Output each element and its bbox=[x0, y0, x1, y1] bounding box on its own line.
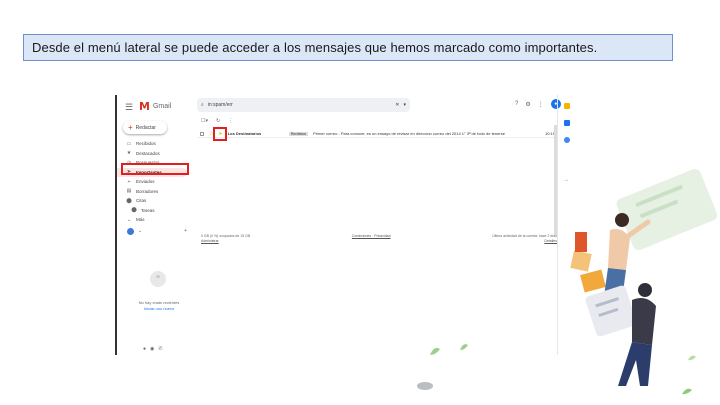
apps-icon[interactable]: ⋮ bbox=[538, 101, 544, 108]
sidebar-item-citas[interactable]: ⬤ Citas bbox=[117, 196, 187, 206]
add-icon[interactable]: + bbox=[184, 228, 187, 234]
hangouts-chevron-icon: ⌄ bbox=[138, 228, 143, 234]
person-icon[interactable]: ● bbox=[143, 346, 150, 352]
search-icon[interactable]: ⌕ bbox=[201, 102, 204, 108]
sidebar-item-label: Tareas bbox=[141, 207, 155, 213]
inbox-icon: ▭ bbox=[126, 140, 132, 147]
email-subject: Primer correo - Para conocer, es un ensa… bbox=[313, 131, 505, 136]
avatar bbox=[127, 227, 134, 235]
highlight-box-importantes bbox=[121, 163, 189, 175]
send-icon: ➢ bbox=[126, 178, 132, 185]
sidebar-item-tareas[interactable]: ⬤ Tareas bbox=[117, 206, 187, 216]
refresh-icon[interactable]: ↻ bbox=[216, 118, 220, 124]
row-checkbox[interactable] bbox=[200, 131, 204, 136]
expand-icon: ⌄ bbox=[126, 216, 132, 223]
hangouts-empty: No hay chats recientes Iniciar uno nuevo bbox=[129, 300, 189, 312]
phone-icon[interactable]: ✆ bbox=[158, 346, 166, 352]
compose-button[interactable]: + Redactar bbox=[123, 121, 167, 134]
search-input[interactable]: in:spam/err bbox=[208, 102, 391, 108]
gear-icon[interactable]: ⚙ bbox=[525, 101, 530, 108]
menu-icon[interactable]: ☰ bbox=[125, 102, 133, 113]
sidebar-item-label: Más bbox=[136, 217, 145, 223]
top-right-icons: ? ⚙ ⋮ ● bbox=[515, 99, 561, 109]
illustration-cards bbox=[570, 168, 718, 293]
sidebar-item-más[interactable]: ⌄ Más bbox=[117, 215, 187, 225]
select-checkbox[interactable]: ☐▾ bbox=[201, 118, 208, 124]
sidebar-item-recibidos[interactable]: ▭ Recibidos bbox=[117, 139, 187, 149]
email-label-tag: Recibidos bbox=[288, 131, 309, 136]
hangouts-start-link[interactable]: Iniciar uno nuevo bbox=[129, 306, 189, 312]
sidebar-item-label: Recibidos bbox=[136, 141, 156, 147]
illustration-person-bottom bbox=[585, 283, 656, 386]
clear-icon[interactable]: ✕ bbox=[395, 102, 399, 108]
sidebar-item-label: Citas bbox=[136, 198, 147, 204]
hangouts-empty-text: No hay chats recientes bbox=[138, 300, 180, 305]
mail-toolbar: ☐▾ ↻ ⋮ bbox=[201, 118, 233, 124]
slide-caption: Desde el menú lateral se puede acceder a… bbox=[23, 34, 673, 61]
compose-label: Redactar bbox=[135, 124, 156, 131]
sidebar-item-label: Enviados bbox=[136, 179, 155, 185]
terms-link[interactable]: Condiciones · Privacidad bbox=[352, 234, 391, 244]
gmail-m-icon: M bbox=[139, 100, 150, 113]
help-icon[interactable]: ? bbox=[515, 101, 518, 107]
calendar-icon[interactable] bbox=[564, 103, 570, 109]
sidebar-nav: ▭ Recibidos ★ Destacados ◷ Pospuestos ➤ Importa… bbox=[117, 139, 197, 225]
email-row[interactable]: ☆ ➤ Los Destinatarios Recibidos Primer c… bbox=[197, 130, 557, 138]
illustration-plants bbox=[417, 344, 696, 395]
email-sender: Los Destinatarios bbox=[227, 131, 262, 136]
dropdown-icon[interactable]: ▾ bbox=[403, 102, 406, 108]
more-icon[interactable]: ⋮ bbox=[228, 118, 233, 124]
tasks-icon[interactable] bbox=[564, 137, 570, 143]
sidebar-item-label: Destacados bbox=[136, 150, 160, 156]
hangouts-empty-icon: ❝ bbox=[150, 271, 166, 287]
sidebar-item-borradores[interactable]: ▤ Borradores bbox=[117, 187, 187, 197]
hangouts-user[interactable]: ⌄ + bbox=[127, 226, 187, 236]
gmail-logo[interactable]: M Gmail bbox=[139, 100, 171, 113]
label-icon: ⬤ bbox=[126, 197, 132, 204]
manage-link[interactable]: Administrar bbox=[201, 239, 250, 244]
sidebar-item-enviados[interactable]: ➢ Enviados bbox=[117, 177, 187, 187]
sidebar-item-destacados[interactable]: ★ Destacados bbox=[117, 149, 187, 159]
label-icon: ⬤ bbox=[131, 207, 137, 214]
keep-icon[interactable] bbox=[564, 120, 570, 126]
gmail-logo-text: Gmail bbox=[152, 103, 172, 110]
star-icon: ★ bbox=[126, 150, 132, 157]
gmail-sidebar: ☰ M Gmail + Redactar ▭ Recibidos ★ Destacad… bbox=[117, 95, 197, 355]
highlight-box-important-marker bbox=[213, 127, 227, 141]
hangouts-bottom-icons: ●◉✆ bbox=[143, 346, 167, 352]
draft-icon: ▤ bbox=[126, 188, 132, 195]
decorative-illustration bbox=[417, 168, 718, 395]
plus-icon: + bbox=[128, 122, 133, 132]
search-bar[interactable]: ⌕ in:spam/err ✕ ▾ bbox=[197, 98, 410, 112]
sidebar-item-label: Borradores bbox=[136, 188, 159, 194]
